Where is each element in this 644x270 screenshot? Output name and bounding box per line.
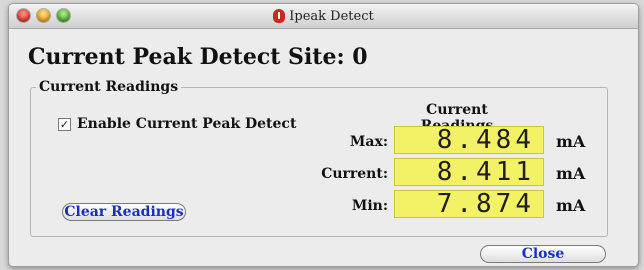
app-info-icon	[273, 9, 286, 23]
current-label: Current:	[321, 166, 388, 182]
current-unit: mA	[556, 164, 586, 183]
title-bar[interactable]: Ipeak Detect	[9, 4, 638, 29]
clear-readings-button[interactable]: Clear Readings	[62, 203, 186, 221]
enable-peak-detect-checkbox[interactable]: ✓ Enable Current Peak Detect	[58, 116, 296, 132]
min-value-display: 7.874	[394, 190, 544, 218]
max-unit: mA	[556, 132, 586, 151]
min-label: Min:	[351, 198, 388, 214]
max-label: Max:	[349, 134, 388, 150]
current-value-display: 8.411	[394, 158, 544, 186]
min-unit: mA	[556, 196, 586, 215]
window-title: Ipeak Detect	[289, 8, 374, 24]
checkbox-check-icon[interactable]: ✓	[58, 117, 71, 131]
close-button[interactable]: Close	[480, 245, 606, 263]
max-value-display: 8.484	[394, 126, 544, 154]
checkbox-label: Enable Current Peak Detect	[77, 116, 297, 132]
group-legend: Current Readings	[36, 79, 182, 95]
page-title: Current Peak Detect Site: 0	[28, 44, 368, 70]
